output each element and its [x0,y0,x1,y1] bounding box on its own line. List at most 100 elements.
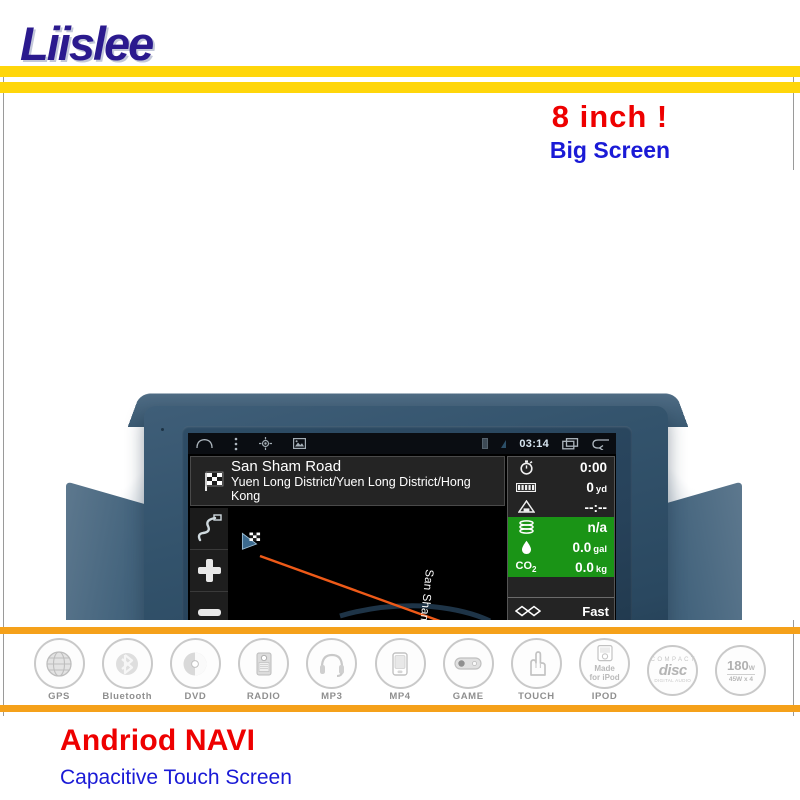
minus-icon [197,609,221,616]
co2-subscript: 2 [532,565,537,575]
advertisement-page: Liislee 8 inch ! Big Screen 03:14 San Sh… [0,0,800,800]
trip-row-arrival: --:-- [508,497,614,517]
android-status-bar: 03:14 [188,433,616,454]
trip-rows-eco: n/a 0.0 gal CO2 0.0 kg [508,517,614,577]
power-badge-watts: 180 [727,657,749,673]
menu-dots-icon[interactable] [234,437,238,451]
map-controls [190,508,228,620]
hand-touch-icon [510,638,562,689]
screen-size-callout: 8 inch ! Big Screen [480,99,740,164]
trip-fuel-unit: gal [593,543,607,555]
gamepad-icon [442,638,494,689]
feature-gps-label: GPS [48,691,70,702]
footer-title: Andriod NAVI [60,724,256,757]
ipod-badge-line2: for iPod [589,672,620,682]
route-type-row[interactable]: Fast [508,600,614,620]
feature-mp3-label: MP3 [321,691,343,702]
power-badge-unit: W [748,664,755,672]
footer: Andriod NAVI Capacitive Touch Screen [0,716,800,800]
destination-bar[interactable]: San Sham Road Yuen Long District/Yuen Lo… [190,456,505,506]
destination-locality: Yuen Long District/Yuen Long District/Ho… [231,475,471,504]
trip-info-panel: 0:00 0 yd --:-- n/a 0.0 gal CO2 0.0 kg F… [507,456,615,620]
badge-compact-disc: C O M P A C T disc DIGITAL AUDIO [642,644,704,696]
power-badge-icon: 180W 45W x 4 [715,644,767,696]
ipod-icon: Made for iPod [579,638,631,689]
feature-dvd-label: DVD [184,691,207,702]
signal-triangle-icon [501,439,507,448]
product-photo: 03:14 San Sham Road Yuen Long District/Y… [6,170,794,620]
compact-disc-badge-icon: C O M P A C T disc DIGITAL AUDIO [647,644,699,696]
recents-icon[interactable] [562,437,579,450]
route-polyline [259,554,492,620]
brand-logo: Liislee [20,16,154,71]
trip-arrival-value: --:-- [584,499,607,515]
feature-mp4-label: MP4 [389,691,411,702]
zoom-in-button[interactable] [190,550,228,592]
back-icon[interactable] [592,438,610,450]
header-stripe-top [0,66,800,77]
trip-co2-unit: kg [595,563,607,575]
route-settings[interactable]: Fast Car [508,598,614,620]
trip-co2-value: 0.0 [575,559,594,575]
feature-mp3: MP3 [301,638,363,702]
brand-logo-text: Liislee [20,17,154,70]
co2-text: CO [515,559,533,572]
feature-touch: TOUCH [505,638,567,702]
checkered-flag-icon [197,468,231,494]
navigation-screen[interactable]: 03:14 San Sham Road Yuen Long District/Y… [188,433,616,620]
feature-mp4: MP4 [369,638,431,702]
trip-distance-unit: yd [595,483,607,495]
feature-ipod: Made for iPod IPOD [573,638,635,702]
route-type-value: Fast [582,603,609,619]
footer-subtitle: Capacitive Touch Screen [60,766,292,789]
route-mode-icon [513,605,543,617]
trip-row-duration: 0:00 [508,457,614,477]
trip-rows-dark: 0:00 0 yd --:-- [508,457,614,517]
plus-icon-vertical [205,559,213,582]
winding-road-icon [197,513,222,541]
headphone-icon [306,638,358,689]
trip-row-co2: CO2 0.0 kg [508,557,614,577]
trip-row-cost: n/a [508,517,614,537]
feature-touch-label: TOUCH [518,691,555,702]
trip-row-fuel: 0.0 gal [508,537,614,557]
trip-cost-value: n/a [587,519,607,535]
status-clock: 03:14 [519,437,549,450]
header-stripe-bottom [0,82,800,93]
stopwatch-icon [511,459,541,475]
disc-badge-word: disc [658,661,688,679]
badge-power: 180W 45W x 4 [710,644,772,696]
feature-dvd: DVD [164,638,226,702]
trip-distance-value: 0 [586,479,594,495]
odometer-icon [511,482,541,492]
destination-marker-icon [241,532,261,550]
zoom-out-button[interactable] [190,592,228,620]
trip-row-distance: 0 yd [508,477,614,497]
feature-bluetooth-label: Bluetooth [102,691,153,702]
feature-radio-label: RADIO [246,691,281,702]
screen-size-title: 8 inch ! [551,99,669,134]
arrival-icon [511,500,541,514]
feature-ipod-label: IPOD [591,691,618,702]
bluetooth-icon [101,638,153,689]
screen-size-subtitle: Big Screen [549,136,671,163]
globe-icon [33,638,85,689]
gallery-icon[interactable] [293,438,306,449]
feature-gps: GPS [28,638,90,702]
battery-icon [482,438,489,449]
feature-icons-row: GPS Bluetooth DVD RADIO MP3 MP4 GAME TOU… [0,637,800,703]
trip-fuel-value: 0.0 [572,539,592,555]
features-stripe-bottom [0,705,800,712]
map-canvas[interactable]: San Sham [190,508,505,620]
disc-icon [169,638,221,689]
gps-crosshair-icon[interactable] [259,437,272,450]
radio-icon [238,638,290,689]
feature-game: GAME [437,638,499,702]
cost-coins-icon [511,520,541,534]
power-badge-channels: 45W x 4 [728,676,754,684]
route-overview-button[interactable] [190,508,228,550]
feature-game-label: GAME [452,691,484,702]
fuel-drop-icon [511,540,541,555]
trip-duration-value: 0:00 [579,459,607,475]
home-icon[interactable] [196,438,213,449]
